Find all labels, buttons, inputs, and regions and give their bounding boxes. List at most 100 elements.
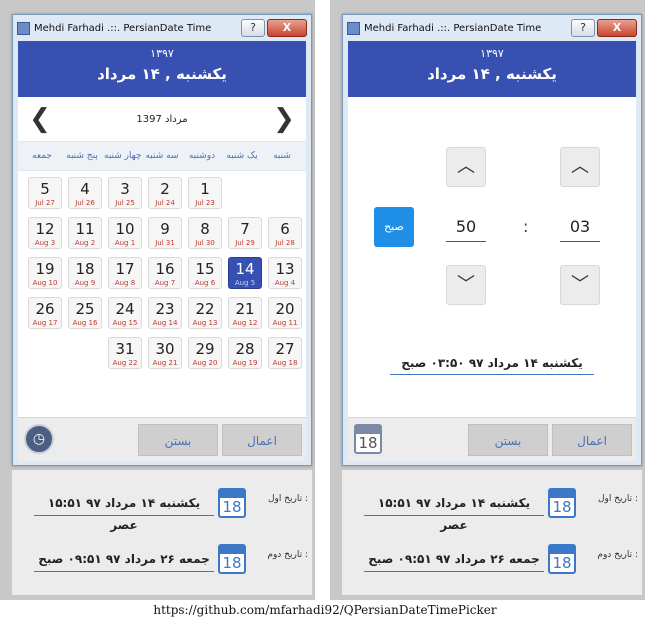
persian-day-number: 7 [240, 220, 250, 238]
persian-day-number: 3 [120, 180, 130, 198]
day-cell[interactable]: 24 Aug 15 [108, 297, 142, 329]
persian-day-number: 4 [80, 180, 90, 198]
date-fields-panel: یکشنبه ۱۴ مرداد ۹۷ ۱۵:۵۱ عصر 18 تاریخ او… [12, 470, 312, 595]
minute-up-icon[interactable]: ︿ [446, 147, 486, 187]
gregorian-date-label: Aug 4 [274, 279, 296, 287]
github-url-caption[interactable]: https://github.com/mfarhadi92/QPersianDa… [0, 603, 650, 617]
day-cell[interactable]: 11 Aug 2 [68, 217, 102, 249]
close-window-button[interactable]: X [267, 19, 307, 37]
clock-toggle-icon[interactable]: ◷ [24, 424, 54, 454]
day-cell[interactable]: 2 Jul 24 [148, 177, 182, 209]
day-cell[interactable]: 7 Jul 29 [228, 217, 262, 249]
help-button[interactable]: ? [571, 19, 595, 37]
day-cell[interactable]: 10 Aug 1 [108, 217, 142, 249]
hour-up-icon[interactable]: ︿ [560, 147, 600, 187]
day-cell[interactable]: 15 Aug 6 [188, 257, 222, 289]
day-cell[interactable]: 1 Jul 23 [188, 177, 222, 209]
bottom-bar: ◷ بستن اعمال [18, 417, 306, 461]
calendar-icon[interactable]: 18 [548, 544, 576, 574]
gregorian-date-label: Aug 3 [34, 239, 56, 247]
close-button[interactable]: بستن [468, 424, 548, 456]
persian-day-number: 1 [200, 180, 210, 198]
day-cell[interactable]: 23 Aug 14 [148, 297, 182, 329]
date-picker-client: ۱۳۹۷ یکشنبه , ۱۴ مرداد ❮ مرداد 1397 ❯ جم… [18, 41, 306, 461]
second-date-value[interactable]: جمعه ۲۶ مرداد ۹۷ ۰۹:۵۱ صبح [34, 548, 214, 572]
prev-month-icon[interactable]: ❮ [28, 106, 52, 132]
day-cell[interactable]: 27 Aug 18 [268, 337, 302, 369]
weekday-label: سه شنبه [145, 151, 179, 161]
weekday-label: جمعه [32, 151, 52, 161]
day-cell[interactable]: 25 Aug 16 [68, 297, 102, 329]
weekday-label: چهار شنبه [104, 151, 142, 161]
time-picker-client: ۱۳۹۷ یکشنبه , ۱۴ مرداد ︿ ︿ صبح 50 : 03 ﹀… [348, 41, 636, 461]
date-fields-panel: یکشنبه ۱۴ مرداد ۹۷ ۱۵:۵۱ عصر 18 تاریخ او… [342, 470, 642, 595]
help-button[interactable]: ? [241, 19, 265, 37]
day-cell[interactable]: 22 Aug 13 [188, 297, 222, 329]
day-cell[interactable]: 30 Aug 21 [148, 337, 182, 369]
day-cell[interactable]: 8 Jul 30 [188, 217, 222, 249]
minute-down-icon[interactable]: ﹀ [446, 265, 486, 305]
window-title: Mehdi Farhadi .::. PersianDate Time [34, 22, 212, 34]
day-cell[interactable]: 16 Aug 7 [148, 257, 182, 289]
day-cell[interactable]: 21 Aug 12 [228, 297, 262, 329]
apply-button[interactable]: اعمال [552, 424, 632, 456]
bottom-bar: 18 بستن اعمال [348, 417, 636, 461]
calendar-icon[interactable]: 18 [218, 488, 246, 518]
hour-value[interactable]: 03 [560, 212, 600, 242]
calendar-icon[interactable]: 18 [548, 488, 576, 518]
header-date: یکشنبه , ۱۴ مرداد [427, 65, 557, 83]
day-cell[interactable]: 12 Aug 3 [28, 217, 62, 249]
close-button[interactable]: بستن [138, 424, 218, 456]
day-cell[interactable]: 17 Aug 8 [108, 257, 142, 289]
gregorian-date-label: Jul 31 [155, 239, 175, 247]
gregorian-date-label: Aug 1 [114, 239, 136, 247]
persian-day-number: 29 [195, 340, 215, 358]
second-date-label: تاریخ دوم : [597, 550, 638, 560]
day-cell[interactable]: 13 Aug 4 [268, 257, 302, 289]
persian-day-number: 8 [200, 220, 210, 238]
persian-day-number: 31 [115, 340, 135, 358]
day-cell[interactable]: 20 Aug 11 [268, 297, 302, 329]
apply-button[interactable]: اعمال [222, 424, 302, 456]
day-cell[interactable]: 28 Aug 19 [228, 337, 262, 369]
gregorian-date-label: Aug 14 [152, 319, 178, 327]
gregorian-date-label: Jul 23 [195, 199, 215, 207]
persian-day-number: 19 [35, 260, 55, 278]
calendar-toggle-icon[interactable]: 18 [354, 424, 382, 454]
close-window-button[interactable]: X [597, 19, 637, 37]
first-date-value[interactable]: یکشنبه ۱۴ مرداد ۹۷ ۱۵:۵۱ عصر [34, 492, 214, 532]
header-year: ۱۳۹۷ [150, 47, 174, 60]
first-date-label: تاریخ اول : [267, 494, 308, 504]
first-date-label: تاریخ اول : [597, 494, 638, 504]
day-cell[interactable]: 4 Jul 26 [68, 177, 102, 209]
day-cell[interactable]: 29 Aug 20 [188, 337, 222, 369]
next-month-icon[interactable]: ❯ [272, 106, 296, 132]
day-cell[interactable]: 31 Aug 22 [108, 337, 142, 369]
day-cell[interactable]: 6 Jul 28 [268, 217, 302, 249]
day-cell[interactable]: 19 Aug 10 [28, 257, 62, 289]
window-title: Mehdi Farhadi .::. PersianDate Time [364, 22, 542, 34]
day-cell[interactable]: 26 Aug 17 [28, 297, 62, 329]
left-screenshot-panel: Mehdi Farhadi .::. PersianDate Time ? X … [0, 0, 315, 600]
day-cell[interactable]: 5 Jul 27 [28, 177, 62, 209]
day-cell[interactable]: 3 Jul 25 [108, 177, 142, 209]
day-cell[interactable]: 18 Aug 9 [68, 257, 102, 289]
gregorian-date-label: Aug 17 [32, 319, 58, 327]
day-cell[interactable]: 9 Jul 31 [148, 217, 182, 249]
gregorian-date-label: Jul 26 [75, 199, 95, 207]
gregorian-date-label: Aug 18 [272, 359, 298, 367]
gregorian-date-label: Aug 15 [112, 319, 138, 327]
persian-day-number: 5 [40, 180, 50, 198]
day-cell[interactable]: 14 Aug 5 [228, 257, 262, 289]
gregorian-date-label: Jul 27 [35, 199, 55, 207]
hour-down-icon[interactable]: ﹀ [560, 265, 600, 305]
title-bar: Mehdi Farhadi .::. PersianDate Time ? X [343, 15, 641, 41]
gregorian-date-label: Aug 6 [194, 279, 216, 287]
minute-value[interactable]: 50 [446, 212, 486, 242]
calendar-icon[interactable]: 18 [218, 544, 246, 574]
second-date-value[interactable]: جمعه ۲۶ مرداد ۹۷ ۰۹:۵۱ صبح [364, 548, 544, 572]
gregorian-date-label: Aug 13 [192, 319, 218, 327]
first-date-value[interactable]: یکشنبه ۱۴ مرداد ۹۷ ۱۵:۵۱ عصر [364, 492, 544, 532]
ampm-toggle-button[interactable]: صبح [374, 207, 414, 247]
header-date: یکشنبه , ۱۴ مرداد [97, 65, 227, 83]
